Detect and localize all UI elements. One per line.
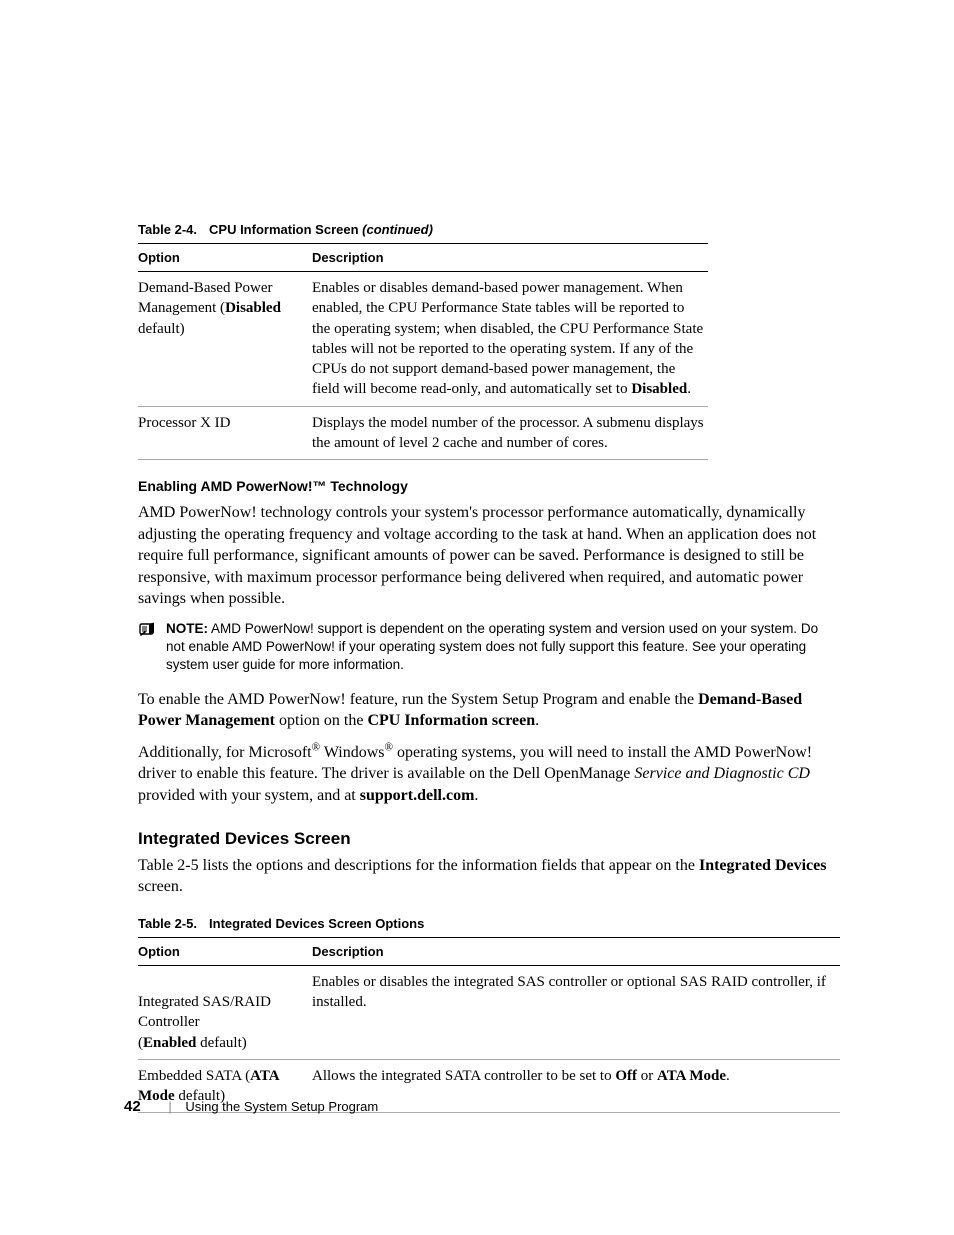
col-description-header: Description <box>312 937 840 965</box>
table-row: Integrated SAS/RAID Controller (Enabled … <box>138 965 840 1059</box>
section-heading: Integrated Devices Screen <box>138 829 840 849</box>
table-number: Table 2-5. <box>138 916 197 931</box>
note-icon <box>138 621 158 644</box>
body-paragraph: To enable the AMD PowerNow! feature, run… <box>138 689 840 732</box>
page-number: 42 <box>124 1098 141 1115</box>
integrated-devices-table: Option Description Integrated SAS/RAID C… <box>138 937 840 1114</box>
description-cell: Enables or disables demand-based power m… <box>312 272 708 407</box>
col-option-header: Option <box>138 244 312 272</box>
body-paragraph: AMD PowerNow! technology controls your s… <box>138 502 840 610</box>
option-cell: Demand-Based Power Management (Disabled … <box>138 272 312 407</box>
body-paragraph: Additionally, for Microsoft® Windows® op… <box>138 742 840 807</box>
footer-separator: | <box>168 1099 171 1114</box>
cpu-info-table: Option Description Demand-Based Power Ma… <box>138 243 708 460</box>
note-block: NOTE: AMD PowerNow! support is dependent… <box>138 620 840 675</box>
option-cell: Processor X ID <box>138 406 312 460</box>
table-row: Processor X ID Displays the model number… <box>138 406 708 460</box>
description-cell: Enables or disables the integrated SAS c… <box>312 965 840 1059</box>
option-cell: Integrated SAS/RAID Controller (Enabled … <box>138 965 312 1059</box>
subsection-heading: Enabling AMD PowerNow!™ Technology <box>138 478 840 494</box>
note-text: NOTE: AMD PowerNow! support is dependent… <box>166 620 840 675</box>
table-number: Table 2-4. <box>138 222 197 237</box>
table-caption: Table 2-5. Integrated Devices Screen Opti… <box>138 916 840 931</box>
document-page: Table 2-4. CPU Information Screen (contin… <box>0 0 954 1235</box>
description-cell: Allows the integrated SATA controller to… <box>312 1059 840 1113</box>
body-paragraph: Table 2-5 lists the options and descript… <box>138 855 840 898</box>
footer-title: Using the System Setup Program <box>185 1099 378 1114</box>
col-description-header: Description <box>312 244 708 272</box>
col-option-header: Option <box>138 937 312 965</box>
page-footer: 42 | Using the System Setup Program <box>124 1098 378 1115</box>
description-cell: Displays the model number of the process… <box>312 406 708 460</box>
table-caption: Table 2-4. CPU Information Screen (contin… <box>138 222 840 237</box>
table-row: Demand-Based Power Management (Disabled … <box>138 272 708 407</box>
table-title: Integrated Devices Screen Options <box>209 916 424 931</box>
table-title: CPU Information Screen <box>209 222 362 237</box>
table-suffix: (continued) <box>362 222 433 237</box>
